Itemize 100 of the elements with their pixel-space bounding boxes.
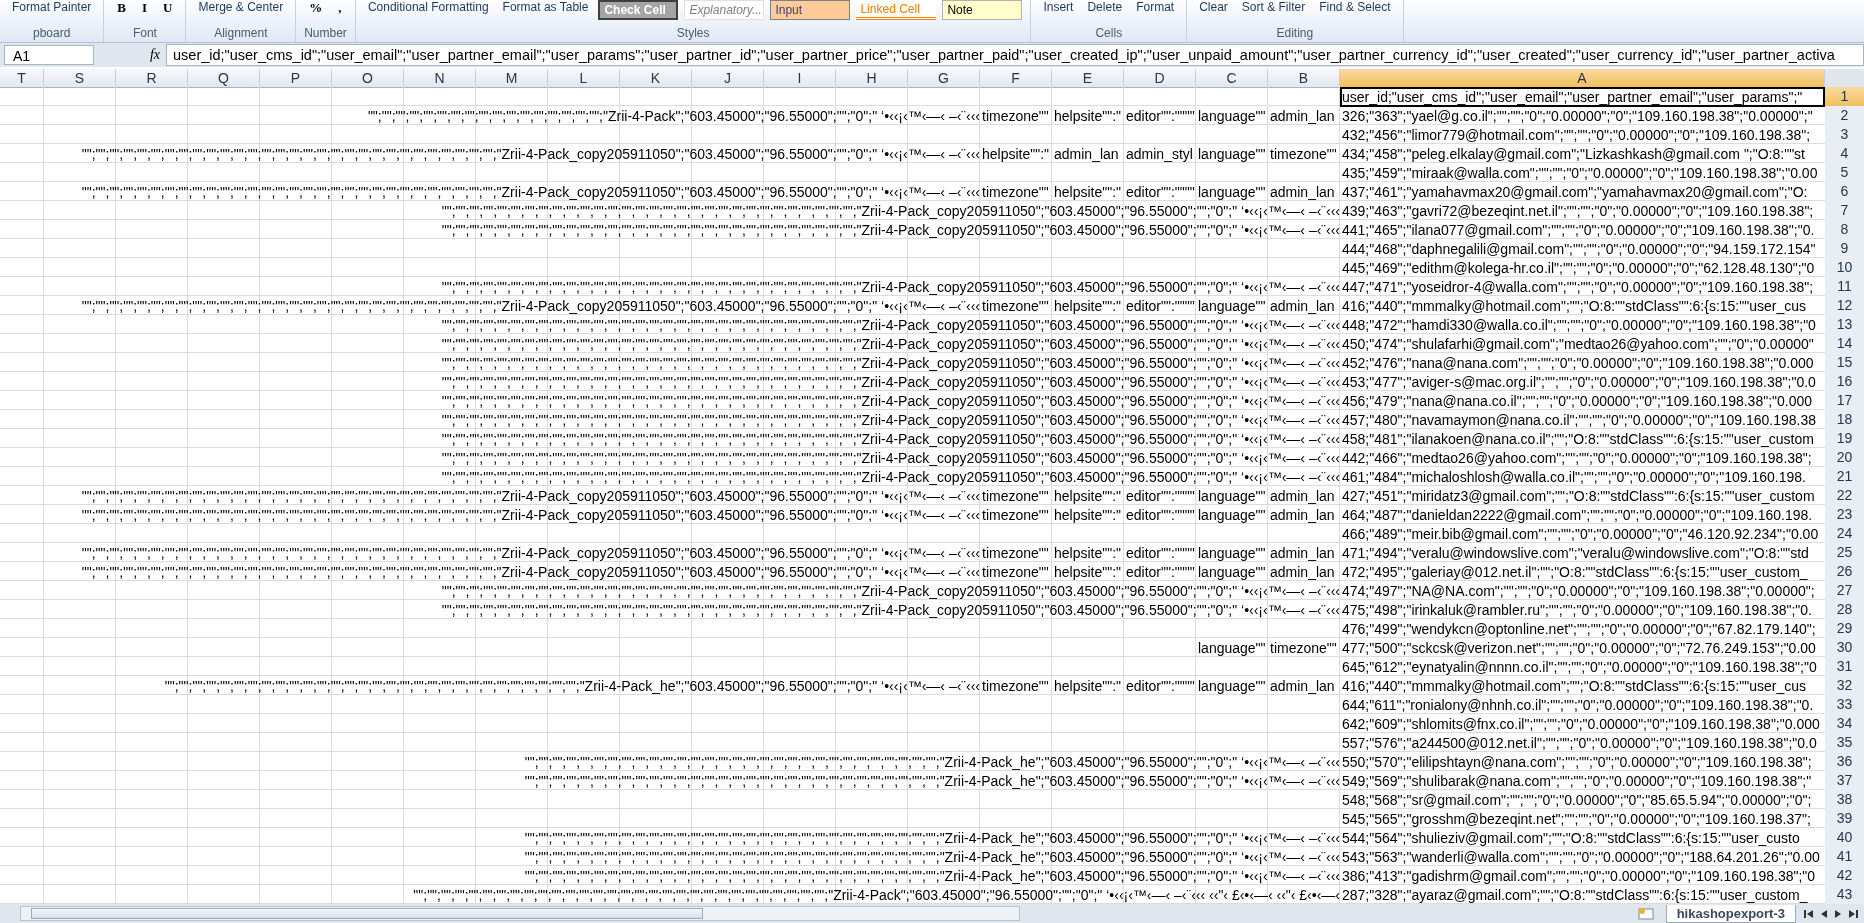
cell-text: 386;"413";"gadishrm@gmail.com";"";"";"0";"0.00000";"0";"109.160.198.38";"0 bbox=[1342, 867, 1816, 885]
row-header[interactable]: 3 bbox=[1825, 125, 1864, 145]
row-header[interactable]: 10 bbox=[1825, 258, 1864, 278]
cell-text: admin_lan bbox=[1270, 297, 1335, 315]
cell-style-button[interactable]: Explanatory... bbox=[684, 0, 765, 20]
ribbon-button[interactable]: Find & Select bbox=[1315, 0, 1395, 14]
cell-text: editor"":"""" bbox=[1126, 544, 1195, 562]
row-header[interactable]: 27 bbox=[1825, 581, 1864, 601]
row-header[interactable]: 7 bbox=[1825, 201, 1864, 221]
cell-text: 326;"363";"yael@g.co.il";"";"";"0";"0.00000";"0";"109.160.198.38";"0.00000";" bbox=[1342, 107, 1813, 125]
next-sheet-icon[interactable] bbox=[1834, 908, 1842, 919]
row-header[interactable]: 43 bbox=[1825, 885, 1864, 905]
row-header[interactable]: 28 bbox=[1825, 600, 1864, 620]
cell-style-button[interactable]: Input bbox=[770, 0, 851, 20]
row-header[interactable]: 42 bbox=[1825, 866, 1864, 886]
row-header[interactable]: 19 bbox=[1825, 429, 1864, 449]
cell-text: admin_lan bbox=[1270, 107, 1335, 125]
ribbon-button[interactable]: Format as Table bbox=[498, 0, 593, 14]
cell-text: "";"";"";"";"";"";"";"";"";"";"";"";"";"";"";"";"";"";"";"";"";"";"";"";"";"";"";"";"";"";"Zrii-4-Pack_copy205911050";"603.45000";"96.55000";"";"0";" ‘•‹‹¡‹™‹—‹ –‹¨‹‹‹ bbox=[441, 601, 1340, 619]
cell-text: 476;"499";"wendykcn@optonline.net";"";"";"0";"0.00000";"0";"67.82.179.140"; bbox=[1342, 620, 1816, 638]
ribbon-button[interactable]: Format Painter bbox=[8, 0, 96, 14]
row-header[interactable]: 35 bbox=[1825, 733, 1864, 753]
row-header[interactable]: 12 bbox=[1825, 296, 1864, 316]
row-header[interactable]: 20 bbox=[1825, 448, 1864, 468]
row-header[interactable]: 15 bbox=[1825, 353, 1864, 373]
first-sheet-icon[interactable] bbox=[1804, 908, 1814, 919]
row-header[interactable]: 16 bbox=[1825, 372, 1864, 392]
ribbon-button[interactable]: Delete bbox=[1083, 0, 1127, 14]
cell-text: editor"":"""" bbox=[1126, 563, 1195, 581]
group-label: Number bbox=[304, 26, 347, 42]
previous-sheet-icon[interactable] bbox=[1820, 908, 1828, 919]
formula-field[interactable]: user_id;"user_cms_id";"user_email";"user_partner_email";"user_params";"user_partner_id";"user_partner_price";"user_partner_paid";"user_created_ip";"user_unpaid_amount";"user_partner_currency_id";"user_created";"user_currency_id";"user_partner_activa bbox=[166, 44, 1864, 66]
cell-text: admin_lan bbox=[1270, 183, 1335, 201]
row-header[interactable]: 11 bbox=[1825, 277, 1864, 297]
row-header[interactable]: 24 bbox=[1825, 524, 1864, 544]
row-header[interactable]: 32 bbox=[1825, 676, 1864, 696]
cell-text: 427;"451";"miridatz3@gmail.com";"";"O:8:""stdClass"":6:{s:15:""user_custom bbox=[1342, 487, 1815, 505]
row-header[interactable]: 14 bbox=[1825, 334, 1864, 354]
row-header[interactable]: 17 bbox=[1825, 391, 1864, 411]
font-style-button[interactable]: B bbox=[112, 0, 132, 16]
row-header[interactable]: 31 bbox=[1825, 657, 1864, 677]
cell-text: helpsite"":" bbox=[1054, 544, 1122, 562]
cell-text: 441;"465";"ilana077@gmail.com";"";"";"0";"0.00000";"0";"109.160.198.38";"0. bbox=[1342, 221, 1815, 239]
font-style-button[interactable]: U bbox=[158, 0, 178, 16]
row-header[interactable]: 1 bbox=[1825, 87, 1864, 107]
row-header[interactable]: 37 bbox=[1825, 771, 1864, 791]
sheet-tab[interactable]: hikashopexport-3 bbox=[1665, 904, 1796, 923]
cell-text: language"" bbox=[1198, 107, 1266, 125]
function-button[interactable]: fx bbox=[100, 47, 160, 63]
row-header[interactable]: 29 bbox=[1825, 619, 1864, 639]
row-header[interactable]: 13 bbox=[1825, 315, 1864, 335]
row-header[interactable]: 33 bbox=[1825, 695, 1864, 715]
row-header[interactable]: 39 bbox=[1825, 809, 1864, 829]
number-style-button[interactable]: % bbox=[304, 0, 328, 16]
cell-text: "";"";"";"";"";"";"";"";"";"";"";"";"";"";"";"";"";"Zrii-4-Pack";"603.45000";"96.55000";"";"0";" ‘•‹‹¡‹™‹—‹ –‹¨‹‹‹ bbox=[367, 107, 980, 125]
row-header[interactable]: 30 bbox=[1825, 638, 1864, 658]
cell-text: language"" bbox=[1198, 297, 1266, 315]
cell-text: 550;"570";"elilipshtayn@nana.com";"";"";"0";"0.00000";"0";"109.160.198.38"; bbox=[1342, 753, 1812, 771]
cell-text: timezone"" bbox=[982, 107, 1049, 125]
cell-text: language"" bbox=[1198, 544, 1266, 562]
row-header[interactable]: 2 bbox=[1825, 106, 1864, 126]
last-sheet-icon[interactable] bbox=[1848, 908, 1858, 919]
cell-text: 444;"468";"daphnegalili@gmail.com";"";"";"0";"0.00000";"0";"94.159.172.154" bbox=[1342, 240, 1816, 258]
row-header[interactable]: 4 bbox=[1825, 144, 1864, 164]
row-header[interactable]: 21 bbox=[1825, 467, 1864, 487]
ribbon-button[interactable]: Insert bbox=[1039, 0, 1078, 14]
ribbon-button[interactable]: Conditional Formatting bbox=[363, 0, 493, 14]
font-style-button[interactable]: I bbox=[137, 0, 153, 16]
name-box[interactable]: A1 bbox=[4, 45, 94, 65]
ribbon-button[interactable]: Clear bbox=[1195, 0, 1232, 14]
row-header[interactable]: 9 bbox=[1825, 239, 1864, 259]
row-header[interactable]: 6 bbox=[1825, 182, 1864, 202]
row-header[interactable]: 5 bbox=[1825, 163, 1864, 183]
cell-text: timezone"" bbox=[982, 183, 1049, 201]
row-header[interactable]: 41 bbox=[1825, 847, 1864, 867]
row-header[interactable]: 23 bbox=[1825, 505, 1864, 525]
cell-text: helpsite"":" bbox=[1054, 506, 1122, 524]
cell-text: 464;"487";"danieldan2222@gmail.com";"";"";"0";"0.00000";"0";"109.160.198. bbox=[1342, 506, 1813, 524]
ribbon-button[interactable]: Format bbox=[1132, 0, 1179, 14]
cell-text: 437;"461";"yamahavmax20@gmail.com";"yamahavmax20@gmail.com";"O: bbox=[1342, 183, 1808, 201]
row-header[interactable]: 18 bbox=[1825, 410, 1864, 430]
row-header[interactable]: 38 bbox=[1825, 790, 1864, 810]
ribbon-button[interactable]: Merge & Center bbox=[194, 0, 288, 14]
cell-text: 477;"500";"sckcsk@verizon.net";"";"";"0";"0.00000";"0";"72.76.249.153";"0.00 bbox=[1342, 639, 1816, 657]
cell-text: 432;"456";"limor779@hotmail.com";"";"";"0";"0.00000";"0";"109.160.198.38"; bbox=[1342, 126, 1811, 144]
cell-text: "";"";"";"";"";"";"";"";"";"";"";"";"";"";"";"";"";"";"";"";"";"";"";"";"";"";"";"";"";"";"Zrii-4-Pack_copy205911050";"603.45000";"96.55000";"";"0";" ‘•‹‹¡‹™‹—‹ –‹¨‹‹‹ bbox=[441, 221, 1340, 239]
row-header[interactable]: 26 bbox=[1825, 562, 1864, 582]
horizontal-scrollbar[interactable] bbox=[20, 906, 1020, 921]
row-header[interactable]: 8 bbox=[1825, 220, 1864, 240]
row-header[interactable]: 25 bbox=[1825, 543, 1864, 563]
row-header[interactable]: 40 bbox=[1825, 828, 1864, 848]
row-header[interactable]: 36 bbox=[1825, 752, 1864, 772]
row-header[interactable]: 22 bbox=[1825, 486, 1864, 506]
cell-style-button[interactable]: Note bbox=[942, 0, 1023, 20]
cell-text: 457;"480";"navamaymon@nana.co.il";"";"";"0";"0.00000";"0";"109.160.198.38 bbox=[1342, 411, 1817, 429]
row-header[interactable]: 34 bbox=[1825, 714, 1864, 734]
cell-text: 549;"569";"shulibarak@nana.com";"";"";"0";"0.00000";"0";"109.160.198.38";" bbox=[1342, 772, 1812, 790]
number-style-button[interactable]: , bbox=[333, 0, 347, 16]
cell-text: 448;"472";"hamdi330@walla.co.il";"";"";"0";"0.00000";"0";"109.160.198.38";"0 bbox=[1342, 316, 1816, 334]
ribbon-button[interactable]: Sort & Filter bbox=[1237, 0, 1310, 14]
